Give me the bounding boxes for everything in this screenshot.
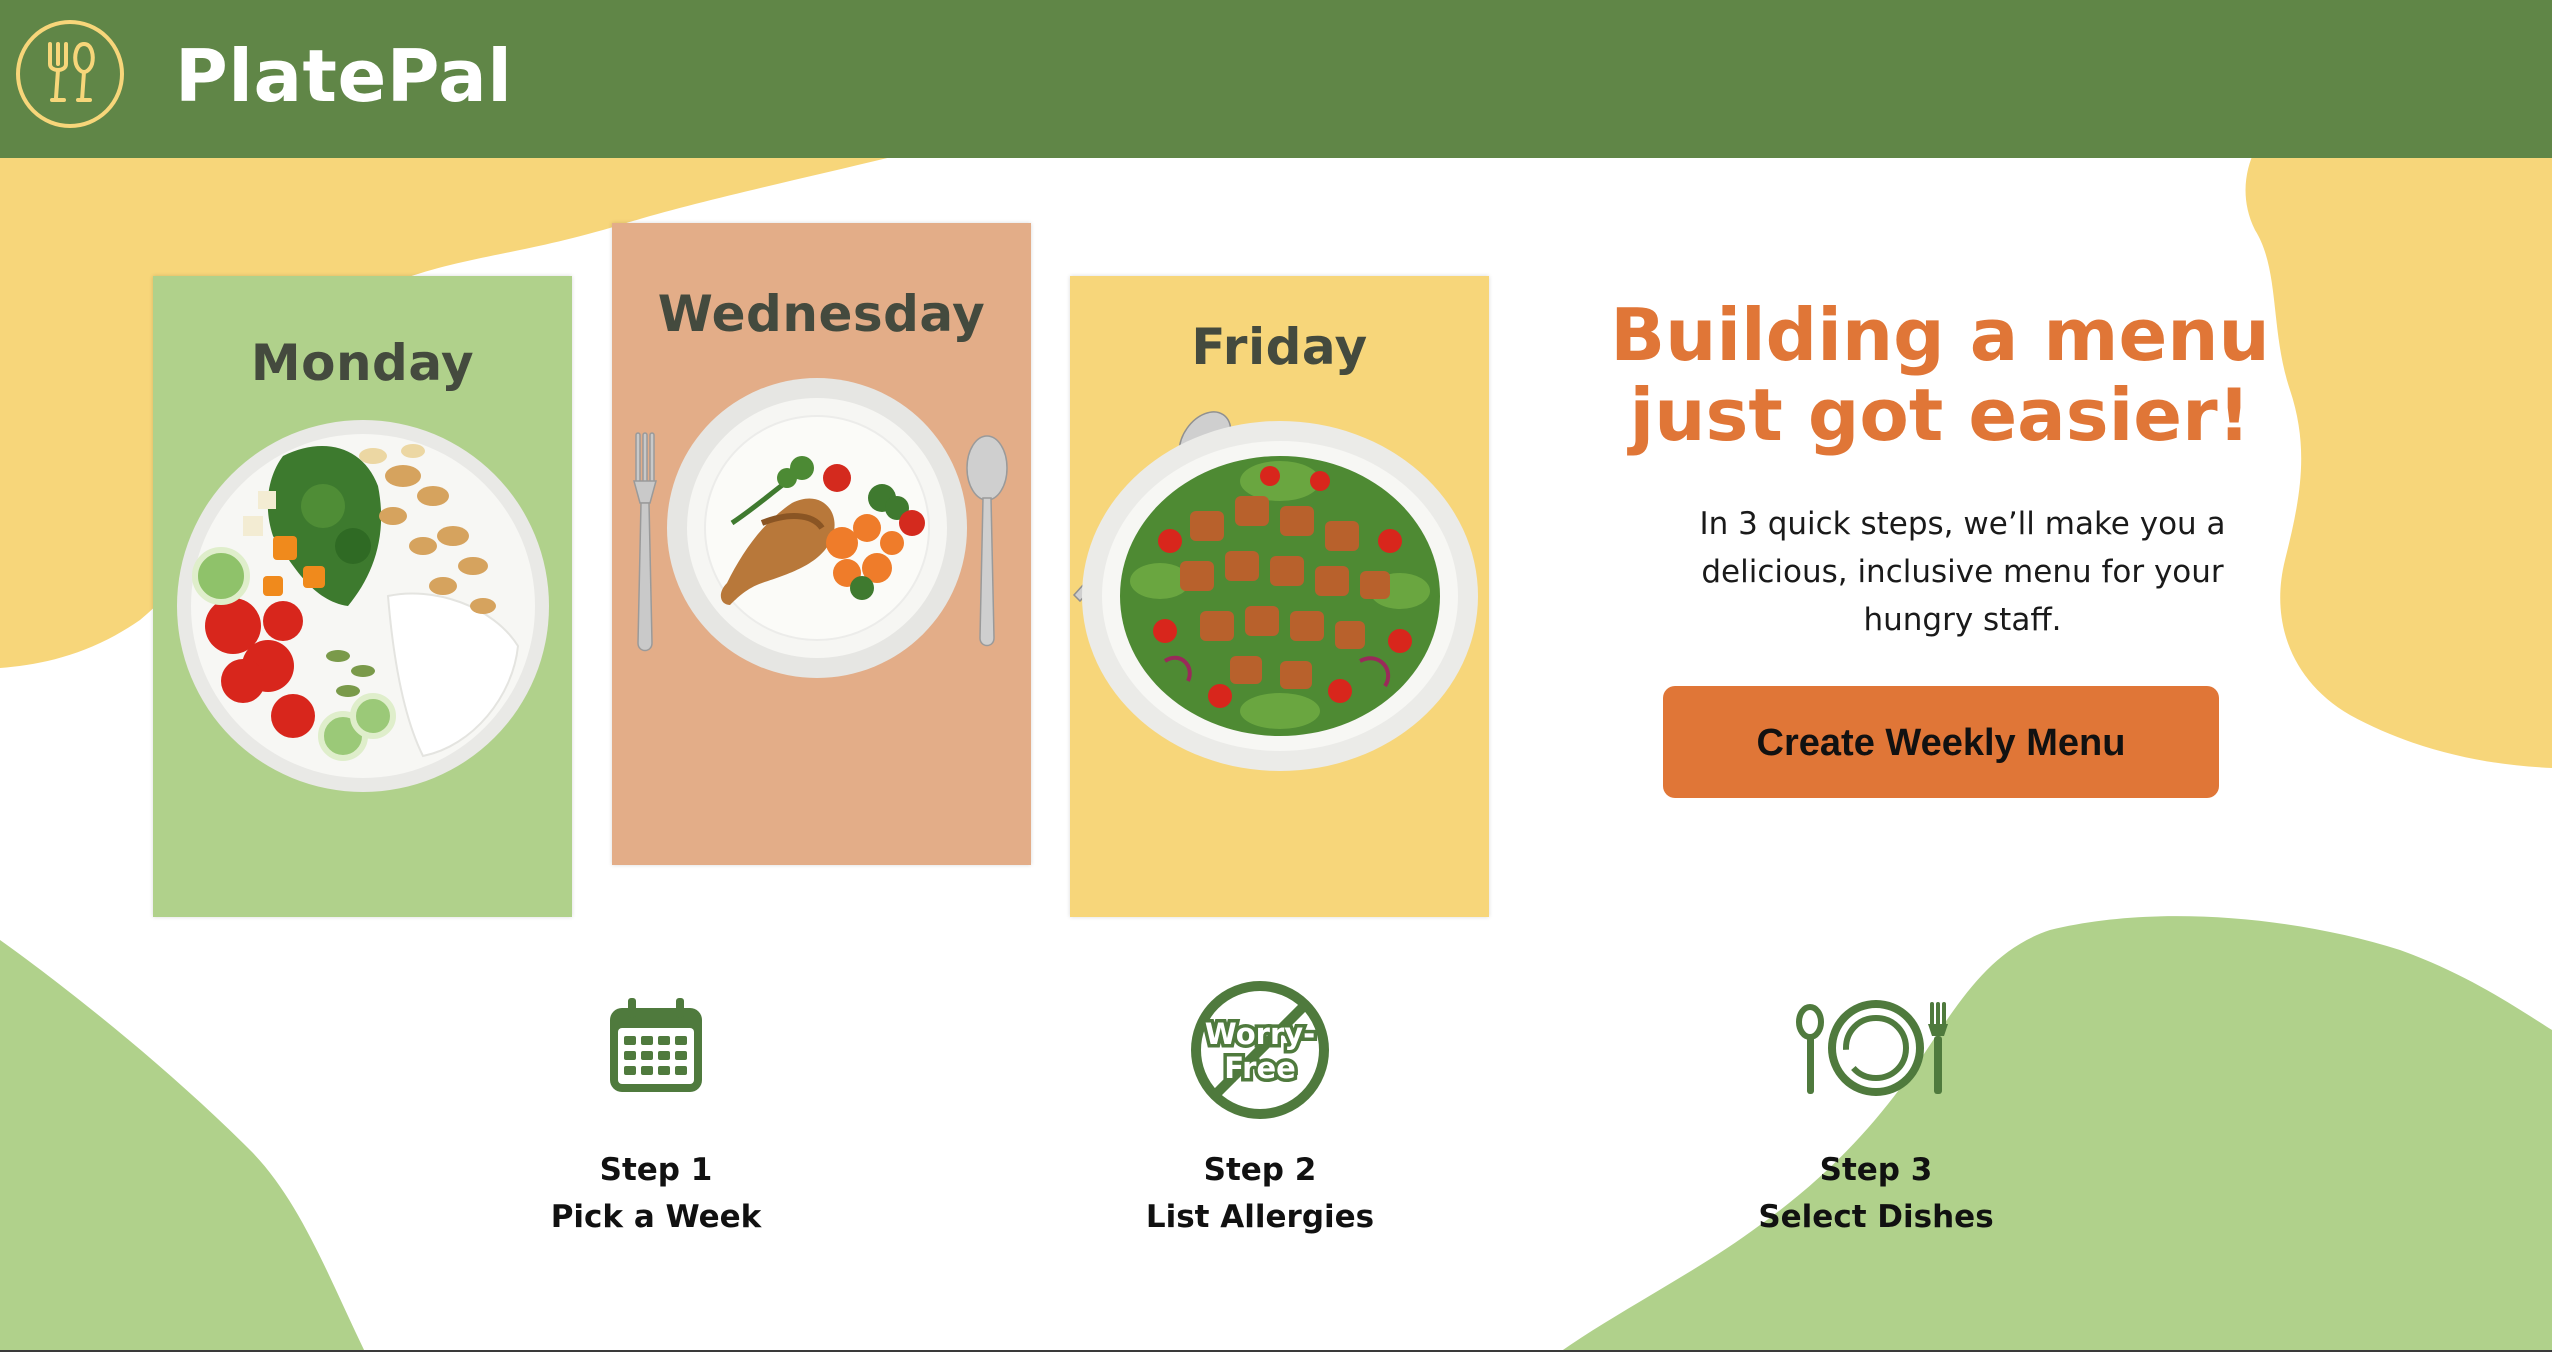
badge-text: Free <box>1224 1051 1296 1085</box>
chicken-plate-image <box>633 378 1008 678</box>
step-label: List Allergies <box>1145 1199 1375 1235</box>
create-weekly-menu-button[interactable]: Create Weekly Menu <box>1663 686 2219 798</box>
calendar-icon <box>610 998 702 1092</box>
day-card-wednesday[interactable]: Wednesday <box>612 223 1031 865</box>
badge-text: Worry- <box>1205 1017 1315 1051</box>
day-card-monday[interactable]: Monday <box>153 276 572 917</box>
step-label: Pick a Week <box>550 1199 762 1235</box>
step-number: Step 3 <box>1819 1152 1933 1188</box>
brand-name[interactable]: PlatePal <box>175 28 512 124</box>
day-card-friday[interactable]: Friday <box>1070 276 1489 917</box>
top-header: PlatePal <box>0 0 2552 158</box>
plate-cutlery-icon <box>1796 1000 1948 1096</box>
day-label: Friday <box>1191 318 1368 376</box>
headline-line: Building a menu <box>1610 293 2270 377</box>
headline-line: just got easier! <box>1629 373 2251 457</box>
subtext-line: hungry staff. <box>1863 602 2062 638</box>
day-label: Monday <box>250 334 475 392</box>
step-number: Step 2 <box>1203 1152 1317 1188</box>
subtext-line: In 3 quick steps, we’ll make you a <box>1699 506 2226 542</box>
vegetable-bowl-image <box>177 420 549 792</box>
step-number: Step 1 <box>599 1152 713 1188</box>
hero-headline: Building a menu just got easier! <box>1560 295 2320 455</box>
fork-spoon-icon <box>48 42 95 102</box>
hero-subtext: In 3 quick steps, we’ll make you a delic… <box>1685 500 2240 644</box>
subtext-line: delicious, inclusive menu for your <box>1701 554 2224 590</box>
logo[interactable] <box>16 20 124 128</box>
step-label: Select Dishes <box>1758 1199 1994 1235</box>
chicken-salad-image <box>1072 411 1478 771</box>
worry-free-icon: Worry- Free <box>1191 981 1329 1119</box>
day-label: Wednesday <box>657 285 986 343</box>
